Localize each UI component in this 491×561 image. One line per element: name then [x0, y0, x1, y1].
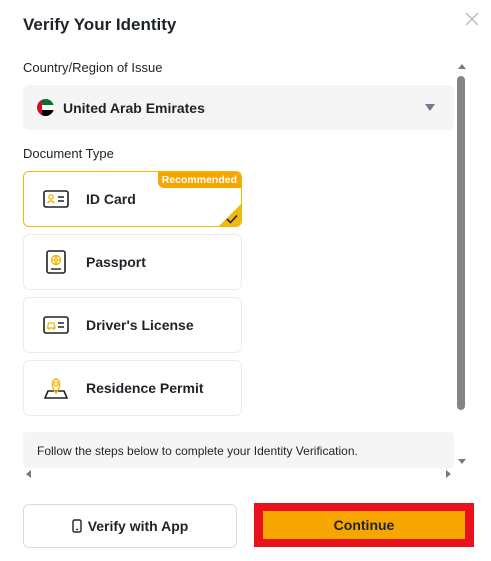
steps-info-box: Follow the steps below to complete your … — [23, 432, 454, 468]
country-select[interactable]: United Arab Emirates — [23, 85, 454, 130]
country-label: Country/Region of Issue — [23, 60, 163, 75]
document-type-label: Document Type — [23, 146, 114, 161]
verify-with-app-label: Verify with App — [87, 518, 189, 534]
continue-highlight-frame: Continue — [254, 503, 474, 547]
scroll-right-arrow-icon[interactable] — [446, 470, 451, 478]
doc-option-id-card[interactable]: ID Card Recommended — [23, 171, 242, 227]
recommended-badge: Recommended — [157, 172, 241, 188]
id-card-icon — [43, 190, 69, 208]
check-icon — [226, 214, 238, 224]
dialog-title: Verify Your Identity — [23, 15, 177, 34]
verify-with-app-button[interactable]: Verify with App — [23, 504, 237, 548]
doc-option-label: ID Card — [86, 191, 136, 207]
horizontal-scrollbar[interactable] — [23, 467, 454, 480]
scroll-up-arrow-icon[interactable] — [458, 64, 466, 69]
scroll-left-arrow-icon[interactable] — [26, 470, 31, 478]
drivers-license-icon — [43, 316, 69, 334]
vertical-scroll-thumb[interactable] — [457, 76, 465, 410]
vertical-scrollbar[interactable] — [455, 60, 469, 468]
country-value: United Arab Emirates — [63, 100, 205, 116]
steps-text: Follow the steps below to complete your … — [37, 444, 358, 458]
doc-option-drivers-license[interactable]: Driver's License — [23, 297, 242, 353]
doc-option-passport[interactable]: Passport — [23, 234, 242, 290]
mobile-phone-icon — [71, 519, 82, 533]
uae-flag-icon — [37, 99, 54, 116]
continue-button[interactable]: Continue — [263, 511, 465, 539]
doc-option-label: Driver's License — [86, 317, 194, 333]
scroll-down-arrow-icon[interactable] — [458, 459, 466, 464]
residence-permit-icon — [43, 378, 69, 399]
passport-icon — [46, 250, 66, 274]
doc-option-label: Passport — [86, 254, 146, 270]
continue-label: Continue — [333, 517, 395, 533]
doc-option-residence-permit[interactable]: Residence Permit — [23, 360, 242, 416]
doc-option-label: Residence Permit — [86, 380, 204, 396]
close-icon[interactable] — [463, 10, 481, 28]
chevron-down-icon — [425, 104, 435, 111]
